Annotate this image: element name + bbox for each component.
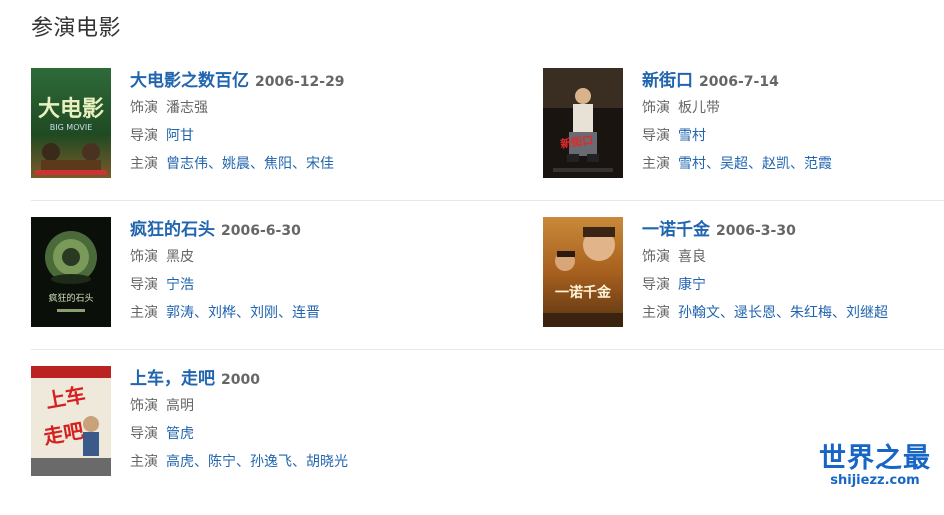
- row-divider: [31, 349, 944, 350]
- film-date: 2006-7-14: [699, 74, 779, 90]
- poster-crazy-stone-icon: 疯狂的石头: [31, 217, 111, 327]
- director-label: 导演: [642, 128, 670, 144]
- role-value: 高明: [166, 398, 194, 414]
- cast-link[interactable]: 曾志伟: [166, 156, 208, 172]
- film-title-link[interactable]: 疯狂的石头: [130, 220, 215, 240]
- film-grid: 大电影 BIG MOVIE 大电影之数百亿 2006-12-29 饰演 潘志强 导演…: [31, 68, 944, 515]
- film-date: 2000: [221, 372, 260, 388]
- poster-xinjiekou-icon: 新街口: [543, 68, 623, 178]
- cast-link[interactable]: 宋佳: [306, 156, 334, 172]
- film-date: 2006-12-29: [255, 74, 345, 90]
- role-value: 黑皮: [166, 249, 194, 265]
- watermark-title: 世界之最: [819, 443, 931, 474]
- film-card: 一诺千金 一诺千金 2006-3-30 饰演 喜良 导演 康宁 主演 孙翰文、逯长恩、朱…: [543, 217, 944, 327]
- cast-label: 主演: [130, 156, 158, 172]
- cast-link[interactable]: 陈宁: [208, 454, 236, 470]
- film-poster[interactable]: 一诺千金: [543, 217, 623, 327]
- cast-link[interactable]: 高虎: [166, 454, 194, 470]
- director-link[interactable]: 阿甘: [166, 128, 194, 144]
- film-card: 大电影 BIG MOVIE 大电影之数百亿 2006-12-29 饰演 潘志强 导演…: [31, 68, 451, 178]
- poster-get-on-bus-icon: 上车 走吧: [31, 366, 111, 476]
- role-label: 饰演: [130, 398, 158, 414]
- cast-label: 主演: [642, 305, 670, 321]
- director-link[interactable]: 宁浩: [166, 277, 194, 293]
- role-label: 饰演: [130, 100, 158, 116]
- director-link[interactable]: 管虎: [166, 426, 194, 442]
- film-row: 大电影 BIG MOVIE 大电影之数百亿 2006-12-29 饰演 潘志强 导演…: [31, 68, 944, 217]
- film-info: 新街口 2006-7-14 饰演 板儿带 导演 雪村 主演 雪村、吴超、赵凯、范霞: [642, 71, 832, 172]
- cast-link[interactable]: 赵凯: [762, 156, 790, 172]
- row-divider: [31, 200, 944, 201]
- svg-text:大电影: 大电影: [38, 97, 104, 122]
- svg-text:疯狂的石头: 疯狂的石头: [48, 292, 93, 304]
- poster-promise-icon: 一诺千金: [543, 217, 623, 327]
- film-info: 大电影之数百亿 2006-12-29 饰演 潘志强 导演 阿甘 主演 曾志伟、姚晨、焦阳…: [130, 71, 345, 172]
- cast-label: 主演: [130, 454, 158, 470]
- film-card: 上车 走吧 上车，走吧 2000 饰演 高明 导演 管虎 主演 高虎、陈宁、孙逸飞、胡晓…: [31, 366, 451, 476]
- film-title-link[interactable]: 一诺千金: [642, 220, 710, 240]
- director-link[interactable]: 雪村: [678, 128, 706, 144]
- film-title-link[interactable]: 上车，走吧: [130, 369, 215, 389]
- watermark-url: shijiezz.com: [830, 473, 920, 488]
- cast-link[interactable]: 郭涛: [166, 305, 194, 321]
- role-value: 板儿带: [678, 100, 720, 116]
- site-watermark: 世界之最 shijiezz.com: [816, 444, 934, 488]
- film-info: 疯狂的石头 2006-6-30 饰演 黑皮 导演 宁浩 主演 郭涛、刘桦、刘刚、连晋: [130, 220, 320, 321]
- cast-link[interactable]: 刘继超: [846, 305, 888, 321]
- cast-link[interactable]: 孙逸飞: [250, 454, 292, 470]
- director-label: 导演: [130, 277, 158, 293]
- director-link[interactable]: 康宁: [678, 277, 706, 293]
- film-title-link[interactable]: 大电影之数百亿: [130, 71, 249, 91]
- cast-link[interactable]: 姚晨: [222, 156, 250, 172]
- film-title-link[interactable]: 新街口: [642, 71, 693, 91]
- film-card: 新街口 新街口 2006-7-14 饰演 板儿带 导演 雪村 主演 雪村、吴超、赵凯、范…: [543, 68, 944, 178]
- svg-text:BIG MOVIE: BIG MOVIE: [50, 123, 93, 132]
- film-poster[interactable]: 新街口: [543, 68, 623, 178]
- cast-link[interactable]: 逯长恩: [734, 305, 776, 321]
- film-poster[interactable]: 上车 走吧: [31, 366, 111, 476]
- cast-link[interactable]: 焦阳: [264, 156, 292, 172]
- film-date: 2006-3-30: [716, 223, 796, 239]
- svg-text:一诺千金: 一诺千金: [555, 284, 612, 301]
- cast-link[interactable]: 范霞: [804, 156, 832, 172]
- cast-link[interactable]: 刘刚: [250, 305, 278, 321]
- section-title: 参演电影: [31, 16, 122, 41]
- director-label: 导演: [642, 277, 670, 293]
- film-info: 一诺千金 2006-3-30 饰演 喜良 导演 康宁 主演 孙翰文、逯长恩、朱红梅、刘继…: [642, 220, 888, 321]
- cast-link[interactable]: 吴超: [720, 156, 748, 172]
- cast-label: 主演: [130, 305, 158, 321]
- role-value: 潘志强: [166, 100, 208, 116]
- cast-link[interactable]: 朱红梅: [790, 305, 832, 321]
- film-card: 疯狂的石头 疯狂的石头 2006-6-30 饰演 黑皮 导演 宁浩 主演 郭涛、刘桦、刘…: [31, 217, 451, 327]
- film-row: 疯狂的石头 疯狂的石头 2006-6-30 饰演 黑皮 导演 宁浩 主演 郭涛、刘桦、刘…: [31, 217, 944, 366]
- poster-big-movie-icon: 大电影 BIG MOVIE: [31, 68, 111, 178]
- film-row: 上车 走吧 上车，走吧 2000 饰演 高明 导演 管虎 主演 高虎、陈宁、孙逸飞、胡晓…: [31, 366, 944, 515]
- director-label: 导演: [130, 128, 158, 144]
- film-date: 2006-6-30: [221, 223, 301, 239]
- film-poster[interactable]: 大电影 BIG MOVIE: [31, 68, 111, 178]
- film-info: 上车，走吧 2000 饰演 高明 导演 管虎 主演 高虎、陈宁、孙逸飞、胡晓光: [130, 369, 348, 470]
- film-poster[interactable]: 疯狂的石头: [31, 217, 111, 327]
- role-value: 喜良: [678, 249, 706, 265]
- cast-label: 主演: [642, 156, 670, 172]
- cast-link[interactable]: 刘桦: [208, 305, 236, 321]
- cast-link[interactable]: 连晋: [292, 305, 320, 321]
- director-label: 导演: [130, 426, 158, 442]
- role-label: 饰演: [642, 249, 670, 265]
- cast-link[interactable]: 孙翰文: [678, 305, 720, 321]
- cast-link[interactable]: 雪村: [678, 156, 706, 172]
- role-label: 饰演: [130, 249, 158, 265]
- cast-link[interactable]: 胡晓光: [306, 454, 348, 470]
- role-label: 饰演: [642, 100, 670, 116]
